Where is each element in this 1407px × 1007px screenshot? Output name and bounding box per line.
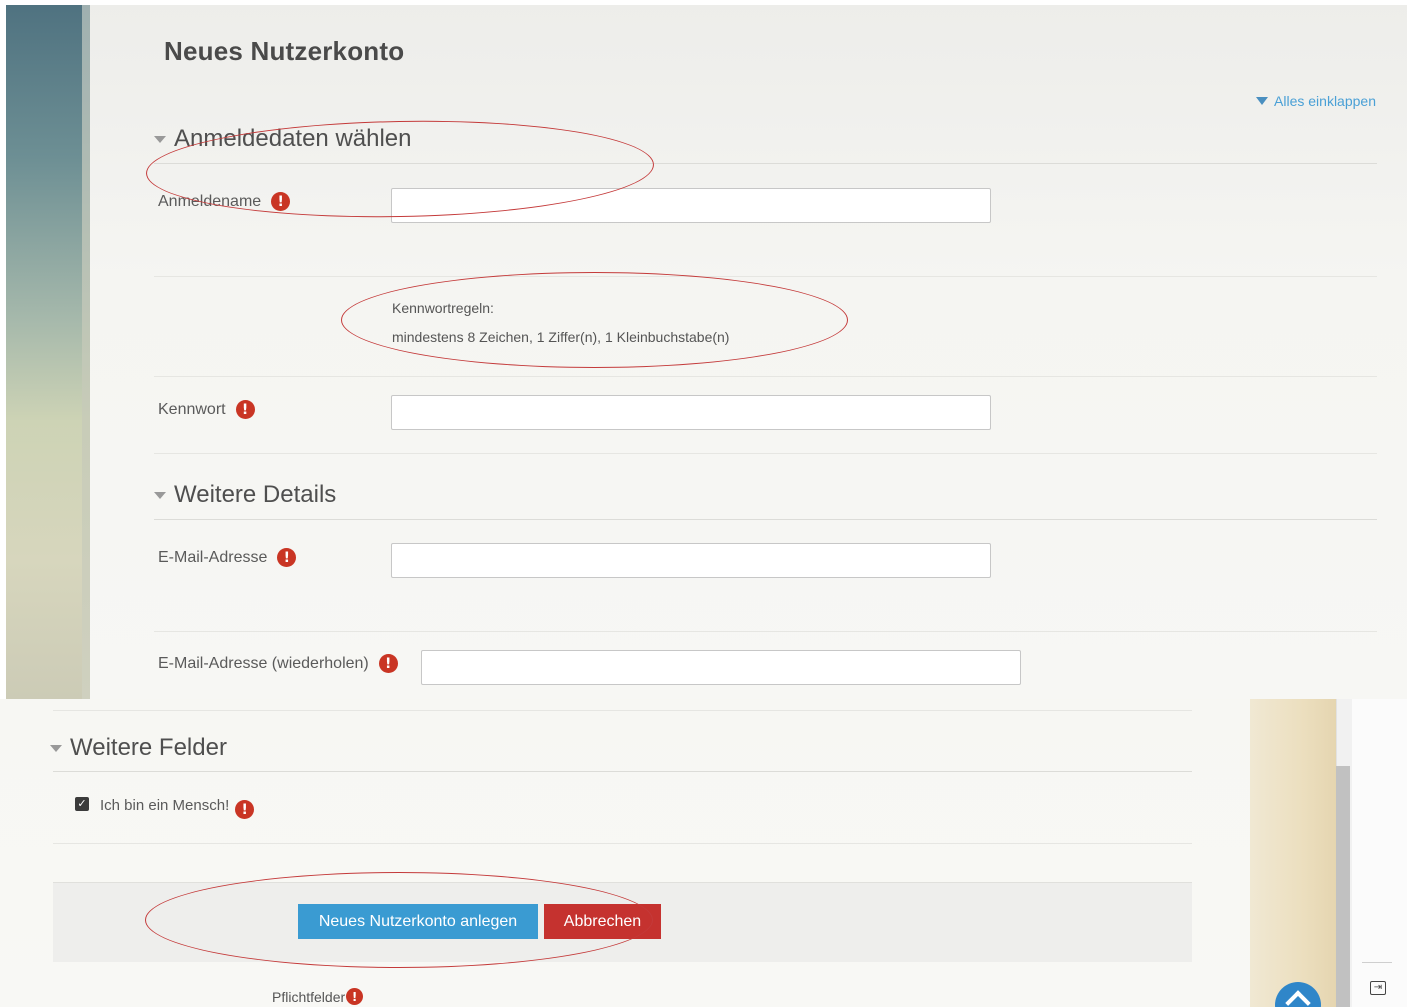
background-decoration <box>1250 699 1336 1007</box>
section-header-fields[interactable]: Weitere Felder <box>50 734 227 762</box>
annotation-ellipse <box>341 272 848 368</box>
section-divider <box>53 771 1192 772</box>
section-header-login[interactable]: Anmeldedaten wählen <box>154 125 412 153</box>
password-input[interactable] <box>391 395 991 430</box>
collapse-all-link[interactable]: Alles einklappen <box>1256 93 1376 109</box>
email-repeat-label: E-Mail-Adresse (wiederholen) ! <box>158 654 398 673</box>
top-strip <box>6 0 1407 5</box>
required-fields-note-text: Pflichtfelder <box>272 988 346 1005</box>
required-fields-note: Pflichtfelder ! <box>272 988 364 1005</box>
email-repeat-label-text: E-Mail-Adresse (wiederholen) <box>158 654 369 672</box>
email-repeat-input[interactable] <box>421 650 1021 685</box>
password-rules-text: mindestens 8 Zeichen, 1 Ziffer(n), 1 Kle… <box>392 329 730 345</box>
row-divider <box>154 631 1377 632</box>
page-title: Neues Nutzerkonto <box>164 36 405 66</box>
row-divider <box>53 710 1192 711</box>
collapse-all-label: Alles einklappen <box>1274 93 1376 109</box>
required-icon: ! <box>271 192 291 211</box>
required-icon: ! <box>235 800 255 819</box>
email-label-text: E-Mail-Adresse <box>158 548 268 566</box>
username-label-text: Anmeldename <box>158 192 262 210</box>
required-icon: ! <box>277 548 297 567</box>
human-check-checkbox[interactable]: ✓ <box>75 797 89 811</box>
section-title-login: Anmeldedaten wählen <box>174 125 412 152</box>
username-input[interactable] <box>391 188 991 223</box>
caret-down-icon <box>1256 97 1269 105</box>
section-divider <box>154 163 1377 164</box>
section-title-details: Weitere Details <box>174 481 337 508</box>
human-check-label-text: Ich bin ein Mensch! <box>100 797 230 814</box>
username-label: Anmeldename ! <box>158 192 291 211</box>
row-divider <box>53 843 1192 844</box>
drawer-pane <box>1352 699 1407 1007</box>
password-rules-title: Kennwortregeln: <box>392 300 494 316</box>
open-drawer-icon[interactable]: ⇥ <box>1370 981 1386 995</box>
form-panel-bottom: Weitere Felder ✓ Ich bin ein Mensch! ! N… <box>0 699 1407 1007</box>
email-label: E-Mail-Adresse ! <box>158 548 297 567</box>
required-icon: ! <box>235 400 255 419</box>
section-title-fields: Weitere Felder <box>70 734 227 761</box>
email-input[interactable] <box>391 543 991 578</box>
form-panel-top: Neues Nutzerkonto Alles einklappen Anmel… <box>6 0 1407 699</box>
human-check-label[interactable]: Ich bin ein Mensch! ! <box>100 796 255 819</box>
create-account-button[interactable]: Neues Nutzerkonto anlegen <box>298 904 538 939</box>
password-label: Kennwort ! <box>158 400 255 419</box>
scrollbar-thumb[interactable] <box>1336 766 1350 1007</box>
required-icon: ! <box>346 988 364 1005</box>
password-label-text: Kennwort <box>158 400 226 418</box>
row-divider <box>154 376 1377 377</box>
chevron-down-icon <box>50 744 62 752</box>
row-divider <box>154 276 1377 277</box>
form-area: Weitere Felder ✓ Ich bin ein Mensch! ! N… <box>0 699 1250 1007</box>
row-divider <box>154 453 1377 454</box>
chevron-down-icon <box>154 491 166 499</box>
divider <box>1362 962 1392 963</box>
required-icon: ! <box>378 654 398 673</box>
section-divider <box>154 519 1377 520</box>
section-header-details[interactable]: Weitere Details <box>154 481 336 509</box>
chevron-down-icon <box>154 135 166 143</box>
cancel-button[interactable]: Abbrechen <box>544 904 661 939</box>
background-decoration <box>6 5 90 699</box>
